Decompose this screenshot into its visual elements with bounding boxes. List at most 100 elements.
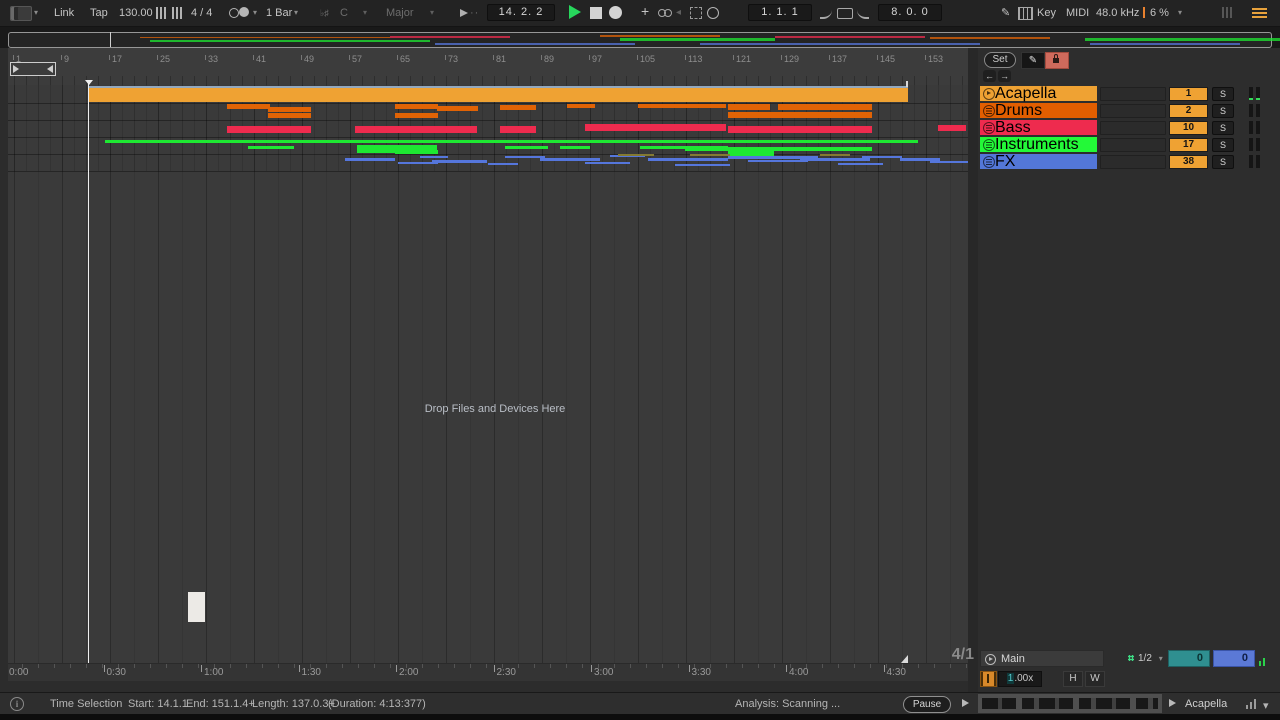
key-scale-caret-icon[interactable]: ▾ xyxy=(430,5,434,21)
zoom-width-button[interactable]: W xyxy=(1085,671,1105,687)
new-midi-icon[interactable]: + xyxy=(641,3,649,19)
clip-bass[interactable] xyxy=(500,126,536,133)
loop-start-field[interactable]: 1. 1. 1 xyxy=(748,4,812,21)
clip-bass[interactable] xyxy=(728,126,872,133)
lock-envelopes-icon[interactable] xyxy=(1045,52,1069,69)
computer-midi-keyboard-icon[interactable] xyxy=(1018,7,1033,20)
clip-drums[interactable] xyxy=(778,104,872,110)
pause-analysis-button[interactable]: Pause xyxy=(903,696,951,713)
clip-fx[interactable] xyxy=(420,156,448,158)
clip-instruments[interactable] xyxy=(838,147,872,151)
clip-drums[interactable] xyxy=(500,105,536,110)
tempo-field[interactable]: 130.00 xyxy=(119,5,153,21)
clip-bass[interactable] xyxy=(585,124,726,131)
track-header-fx[interactable]: FX xyxy=(980,153,1097,170)
info-icon[interactable]: i xyxy=(10,697,24,711)
track-value-field[interactable]: 1 xyxy=(1169,87,1208,101)
clip-bass[interactable] xyxy=(938,125,966,131)
quantize-menu[interactable]: 1 Bar xyxy=(266,5,292,21)
track-fold-lines-icon[interactable] xyxy=(983,138,995,151)
clip-fx[interactable] xyxy=(675,164,730,166)
clip-fx[interactable] xyxy=(690,154,730,156)
overview-viewport-edge[interactable] xyxy=(110,32,111,47)
clip-drums[interactable] xyxy=(728,104,770,110)
track-fold-lines-icon[interactable] xyxy=(983,104,995,117)
clip-drums[interactable] xyxy=(268,113,311,118)
clip-fx[interactable] xyxy=(648,158,728,161)
main-play-icon[interactable] xyxy=(985,654,996,665)
track-control-box[interactable] xyxy=(1100,121,1166,135)
clip-drums[interactable] xyxy=(227,104,270,109)
preview-caret-icon[interactable]: ▾ xyxy=(1263,699,1269,712)
clip-instruments[interactable] xyxy=(248,146,294,149)
clip-fx[interactable] xyxy=(618,154,654,156)
clip-fx[interactable] xyxy=(540,158,600,161)
track-header-bass[interactable]: Bass xyxy=(980,119,1097,136)
follow-icon[interactable] xyxy=(460,9,468,17)
quantize-amount-field[interactable]: 0 xyxy=(1168,650,1210,667)
record-button[interactable] xyxy=(609,6,622,19)
clip-instruments[interactable] xyxy=(560,146,590,149)
track-fold-lines-icon[interactable] xyxy=(983,121,995,134)
main-automation-selector[interactable]: Main xyxy=(980,650,1104,667)
key-scale-menu[interactable]: Major xyxy=(386,5,414,21)
track-header-instruments[interactable]: Instruments xyxy=(980,136,1097,153)
preferences-menu-icon[interactable] xyxy=(1252,8,1267,18)
clip-fx[interactable] xyxy=(862,156,902,158)
key-map-button[interactable]: Key xyxy=(1037,5,1056,21)
drag-ghost-clip[interactable] xyxy=(188,592,205,622)
preview-play2-icon[interactable] xyxy=(1169,699,1176,707)
session-link-icon[interactable] xyxy=(658,9,673,17)
clip-fx[interactable] xyxy=(505,156,545,158)
punch-out-icon[interactable] xyxy=(857,10,869,19)
view-selector-icon[interactable] xyxy=(10,6,32,21)
preview-volume-icon[interactable] xyxy=(1246,698,1258,709)
quantize-caret-icon[interactable]: ▾ xyxy=(294,5,298,21)
clip-fx[interactable] xyxy=(345,158,395,161)
metronome-icon[interactable] xyxy=(229,8,239,18)
track-solo-button[interactable]: S xyxy=(1212,138,1234,152)
overdub-icon[interactable] xyxy=(707,7,719,19)
back-to-arrangement-icon[interactable]: ◂ xyxy=(676,5,681,21)
track-fold-play-icon[interactable] xyxy=(983,87,995,100)
track-value-field[interactable]: 2 xyxy=(1169,104,1208,118)
next-locator-button[interactable]: → xyxy=(998,70,1011,82)
clip-fx[interactable] xyxy=(930,161,968,163)
clip-bass[interactable] xyxy=(227,126,311,133)
clip-instruments[interactable] xyxy=(395,150,438,154)
clip-drums[interactable] xyxy=(728,112,872,118)
warp-button-icon[interactable] xyxy=(980,671,997,687)
track-solo-button[interactable]: S xyxy=(1212,104,1234,118)
track-solo-button[interactable]: S xyxy=(1212,87,1234,101)
track-solo-button[interactable]: S xyxy=(1212,121,1234,135)
play-button[interactable] xyxy=(569,5,581,19)
arrangement-position-field[interactable]: 14. 2. 2 xyxy=(487,4,555,21)
track-control-box[interactable] xyxy=(1100,87,1166,101)
clip-drums[interactable] xyxy=(395,113,438,118)
cpu-load-display[interactable]: 6 % xyxy=(1150,5,1169,21)
phase-nudge-up-icon[interactable] xyxy=(172,7,183,19)
clip-fx[interactable] xyxy=(748,160,808,162)
track-fold-lines-icon[interactable] xyxy=(983,155,995,168)
clip-fx[interactable] xyxy=(838,163,883,165)
time-signature-field[interactable]: 4 / 4 xyxy=(191,5,212,21)
track-value-field[interactable]: 38 xyxy=(1169,155,1208,169)
playback-speed-field[interactable]: 1.00x xyxy=(998,671,1042,687)
track-control-box[interactable] xyxy=(1100,138,1166,152)
preview-waveform[interactable] xyxy=(978,694,1162,713)
punch-in-icon[interactable] xyxy=(820,10,832,19)
clip-instruments[interactable] xyxy=(505,146,548,149)
clip-fx[interactable] xyxy=(585,162,630,164)
set-locator-button[interactable]: Set xyxy=(984,52,1016,68)
track-solo-button[interactable]: S xyxy=(1212,155,1234,169)
grid-size-menu[interactable]: 1/2 ▾ xyxy=(1128,650,1168,667)
track-value-field[interactable]: 17 xyxy=(1169,138,1208,152)
clip-drums[interactable] xyxy=(268,107,311,112)
draw-mode-icon[interactable]: ✎ xyxy=(1001,5,1010,21)
prev-locator-button[interactable]: ← xyxy=(983,70,996,82)
key-root-menu[interactable]: C xyxy=(340,5,348,21)
clip-acapella[interactable] xyxy=(88,88,908,102)
link-button[interactable]: Link xyxy=(54,5,74,21)
track-control-box[interactable] xyxy=(1100,155,1166,169)
arrangement-end-marker-icon[interactable] xyxy=(901,655,908,663)
